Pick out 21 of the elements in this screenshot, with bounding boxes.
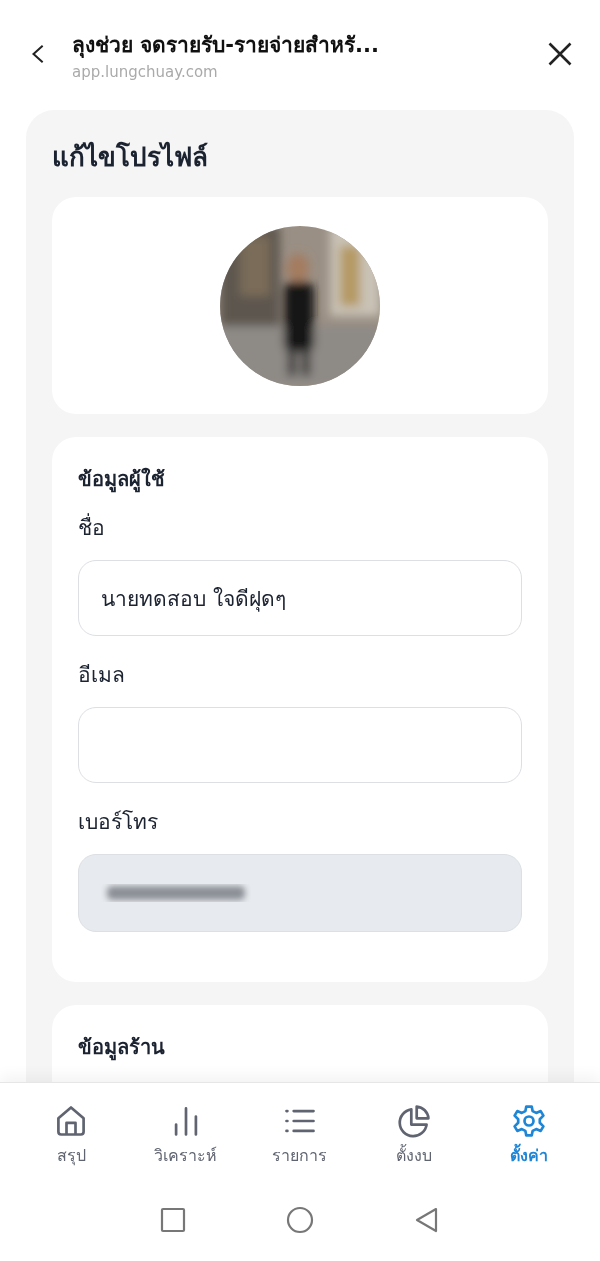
nav-tab[interactable]: สรุป xyxy=(21,1103,122,1168)
section-title: ข้อมูลผู้ใช้ xyxy=(78,466,166,495)
close-icon[interactable] xyxy=(546,40,574,68)
nav-tab[interactable]: รายการ xyxy=(249,1103,350,1168)
home-button-icon[interactable] xyxy=(286,1206,314,1234)
section-title: ข้อมูลร้าน xyxy=(78,1034,166,1063)
input-field[interactable] xyxy=(78,707,522,783)
input-field[interactable]: นายทดสอบ ใจดีฝุดๆ xyxy=(78,560,522,636)
nav-tab[interactable]: ตั้งค่า xyxy=(478,1103,579,1168)
recent-apps-icon[interactable] xyxy=(160,1207,186,1233)
field-label: ชื่อ xyxy=(78,511,522,544)
field-label: เบอร์โทร xyxy=(78,809,159,836)
back-button-icon[interactable] xyxy=(414,1207,440,1233)
page-title: แก้ไขโปรไฟล์ xyxy=(52,140,209,174)
page-url: app.lungchuay.com xyxy=(72,62,219,81)
nav-tab[interactable]: ตั้งงบ xyxy=(364,1103,465,1168)
field-label: อีเมล xyxy=(78,662,126,689)
window-title: ลุงช่วย จดรายรับ-รายจ่ายสำหรั... xyxy=(72,31,380,60)
settings-icon xyxy=(510,1103,547,1139)
nav-tab[interactable]: วิเคราะห์ xyxy=(135,1103,236,1168)
pie-chart-icon xyxy=(396,1103,433,1139)
